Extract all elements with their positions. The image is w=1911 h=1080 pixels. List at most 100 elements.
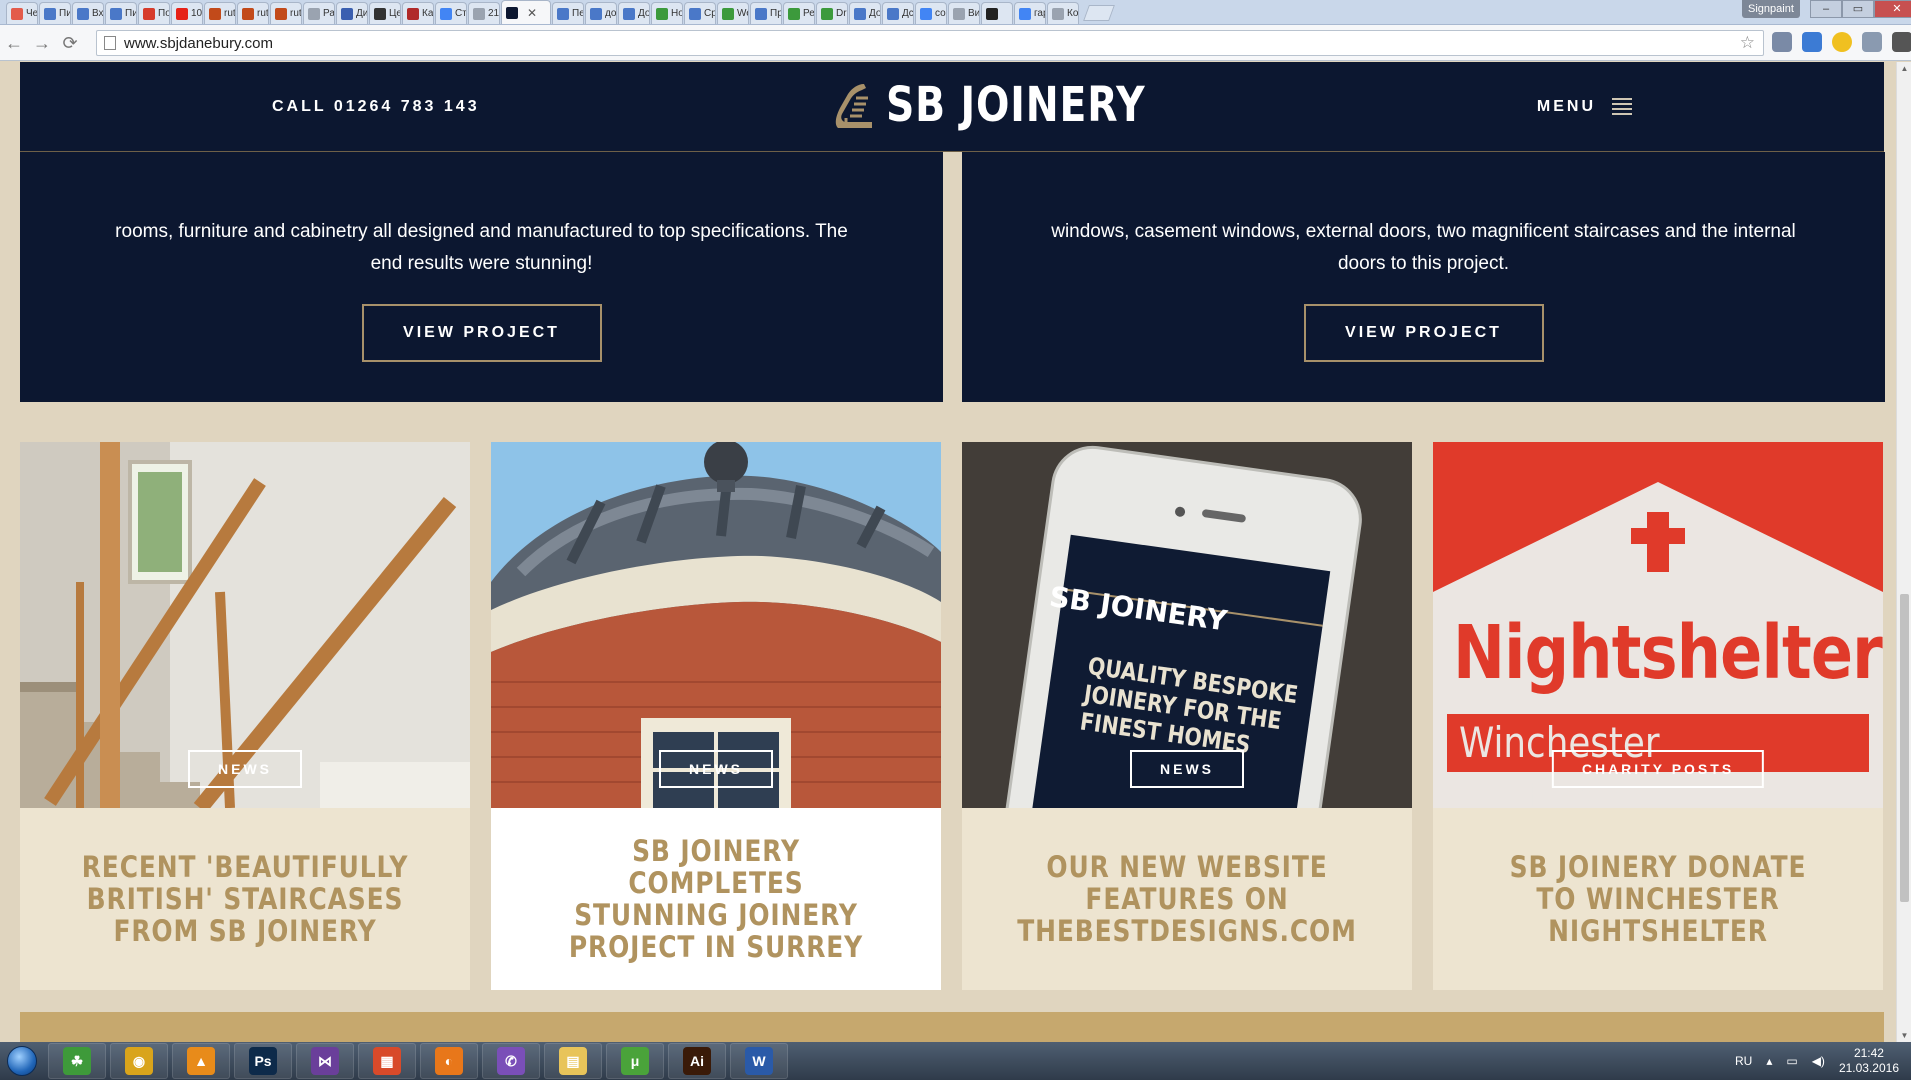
browser-tab[interactable]: Но	[651, 2, 683, 24]
browser-tab[interactable]: 10	[171, 2, 203, 24]
tray-arrow-icon[interactable]: ▴	[1766, 1054, 1772, 1068]
tab-label: 21:	[488, 8, 500, 19]
taskbar-app-clover[interactable]: ☘	[48, 1043, 106, 1079]
taskbar-app-avast[interactable]: ▲	[172, 1043, 230, 1079]
clock[interactable]: 21:42 21.03.2016	[1839, 1046, 1899, 1076]
extension-icon[interactable]	[1772, 32, 1792, 52]
tab-label: По	[158, 8, 170, 19]
extension-icon[interactable]	[1832, 32, 1852, 52]
tab-favicon-icon	[986, 7, 998, 20]
browser-tab[interactable]: гар	[1014, 2, 1046, 24]
card-title[interactable]: SB JOINERY COMPLETES STUNNING JOINERY PR…	[548, 808, 883, 990]
browser-tab[interactable]: rut	[270, 2, 302, 24]
browser-tab[interactable]: Ко	[1047, 2, 1079, 24]
browser-tab[interactable]: Вхс	[72, 2, 104, 24]
tab-favicon-icon	[506, 6, 518, 19]
project-panel: windows, casement windows, external door…	[962, 152, 1885, 402]
tiles-icon: ▦	[373, 1047, 401, 1075]
taskbar-app-utorrent[interactable]: μ	[606, 1043, 664, 1079]
news-card[interactable]: NEWS SB JOINERY COMPLETES STUNNING JOINE…	[491, 442, 941, 990]
browser-tab[interactable]: Пи	[105, 2, 137, 24]
volume-icon[interactable]: ◀)	[1812, 1054, 1825, 1068]
browser-tab[interactable]: Пи	[39, 2, 71, 24]
menu-button[interactable]: MENU	[1537, 97, 1632, 116]
browser-tab[interactable]: 21:	[468, 2, 500, 24]
news-card[interactable]: SB JOINERY QUALITY BESPOKE JOINERY FOR T…	[962, 442, 1412, 990]
browser-tab[interactable]	[981, 2, 1013, 24]
news-tag[interactable]: NEWS	[188, 750, 302, 788]
view-project-button[interactable]: VIEW PROJECT	[1303, 304, 1544, 362]
news-tag[interactable]: NEWS	[1130, 750, 1244, 788]
taskbar-app-folders[interactable]: ▤	[544, 1043, 602, 1079]
url-text[interactable]: www.sbjdanebury.com	[124, 35, 273, 52]
browser-tab[interactable]: со	[915, 2, 947, 24]
extension-icon[interactable]	[1862, 32, 1882, 52]
bookmark-star-icon[interactable]: ☆	[1740, 33, 1755, 53]
back-button[interactable]: ←	[0, 29, 28, 57]
browser-tab[interactable]: Визуа	[948, 2, 980, 24]
scroll-down-icon[interactable]: ▼	[1900, 1031, 1909, 1040]
tab-label: Пр	[770, 8, 782, 19]
browser-tab[interactable]: Ре	[783, 2, 815, 24]
new-tab-button[interactable]	[1083, 5, 1115, 21]
browser-tab[interactable]: Dr	[816, 2, 848, 24]
news-card[interactable]: Nightshelter Winchester Churches CHARITY…	[1433, 442, 1883, 990]
browser-tab[interactable]: По	[138, 2, 170, 24]
browser-tab[interactable]: We	[717, 2, 749, 24]
browser-tab[interactable]: rut	[204, 2, 236, 24]
tab-favicon-icon	[11, 7, 23, 20]
maximize-button[interactable]: ▭	[1842, 0, 1874, 18]
tab-label: До	[638, 8, 650, 19]
taskbar-app-chrome[interactable]: ◉	[110, 1043, 168, 1079]
language-indicator[interactable]: RU	[1735, 1054, 1752, 1068]
close-tab-icon[interactable]: ✕	[527, 6, 537, 20]
browser-tab[interactable]: Ср	[684, 2, 716, 24]
taskbar-app-visual-studio[interactable]: ⋈	[296, 1043, 354, 1079]
reload-button[interactable]: ⟳	[56, 29, 84, 57]
browser-tab[interactable]: Че	[6, 2, 38, 24]
address-bar[interactable]: www.sbjdanebury.com ☆	[96, 30, 1764, 56]
forward-button[interactable]: →	[28, 29, 56, 57]
page-scrollbar[interactable]: ▲ ▼	[1896, 62, 1911, 1042]
browser-tab[interactable]: Це	[369, 2, 401, 24]
network-icon[interactable]: ▭	[1786, 1054, 1797, 1068]
browser-tab[interactable]: Пр	[750, 2, 782, 24]
tab-favicon-icon	[689, 7, 701, 20]
tab-label: rut	[257, 8, 269, 19]
browser-tab[interactable]: Ка	[402, 2, 434, 24]
taskbar-app-tiles[interactable]: ▦	[358, 1043, 416, 1079]
browser-tab[interactable]: Стр	[435, 2, 467, 24]
browser-tab[interactable]: rut	[237, 2, 269, 24]
view-project-button[interactable]: VIEW PROJECT	[361, 304, 602, 362]
taskbar-app-firefox[interactable]: ◐	[420, 1043, 478, 1079]
card-title[interactable]: SB JOINERY DONATE TO WINCHESTER NIGHTSHE…	[1490, 808, 1825, 990]
taskbar-app-illustrator[interactable]: Ai	[668, 1043, 726, 1079]
browser-tab[interactable]: Дс	[882, 2, 914, 24]
card-title[interactable]: RECENT 'BEAUTIFULLY BRITISH' STAIRCASES …	[77, 808, 412, 990]
call-link[interactable]: CALL 01264 783 143	[272, 98, 480, 116]
extension-icon[interactable]	[1802, 32, 1822, 52]
charity-tag[interactable]: CHARITY POSTS	[1551, 750, 1765, 788]
active-browser-tab[interactable]: ✕	[501, 0, 551, 24]
chrome-menu-icon[interactable]	[1892, 32, 1911, 52]
site-header: CALL 01264 783 143 SB JOINERY MENU	[20, 62, 1884, 152]
close-window-button[interactable]: ✕	[1874, 0, 1911, 18]
taskbar-app-photoshop[interactable]: Ps	[234, 1043, 292, 1079]
card-title[interactable]: OUR NEW WEBSITE FEATURES ON THEBESTDESIG…	[1017, 808, 1356, 990]
taskbar-app-viber[interactable]: ✆	[482, 1043, 540, 1079]
tab-label: дог	[605, 8, 617, 19]
scroll-up-icon[interactable]: ▲	[1900, 64, 1909, 73]
browser-tab[interactable]: Пе	[552, 2, 584, 24]
minimize-button[interactable]: –	[1810, 0, 1842, 18]
news-card[interactable]: NEWS RECENT 'BEAUTIFULLY BRITISH' STAIRC…	[20, 442, 470, 990]
scrollbar-thumb[interactable]	[1900, 594, 1909, 902]
browser-tab[interactable]: Ди	[336, 2, 368, 24]
site-logo[interactable]: SB JOINERY	[832, 77, 1202, 133]
browser-tab[interactable]: До	[849, 2, 881, 24]
browser-tab[interactable]: Рас	[303, 2, 335, 24]
browser-tab[interactable]: До	[618, 2, 650, 24]
browser-tab[interactable]: дог	[585, 2, 617, 24]
news-tag[interactable]: NEWS	[659, 750, 773, 788]
start-button[interactable]	[0, 1042, 44, 1080]
taskbar-app-word[interactable]: W	[730, 1043, 788, 1079]
